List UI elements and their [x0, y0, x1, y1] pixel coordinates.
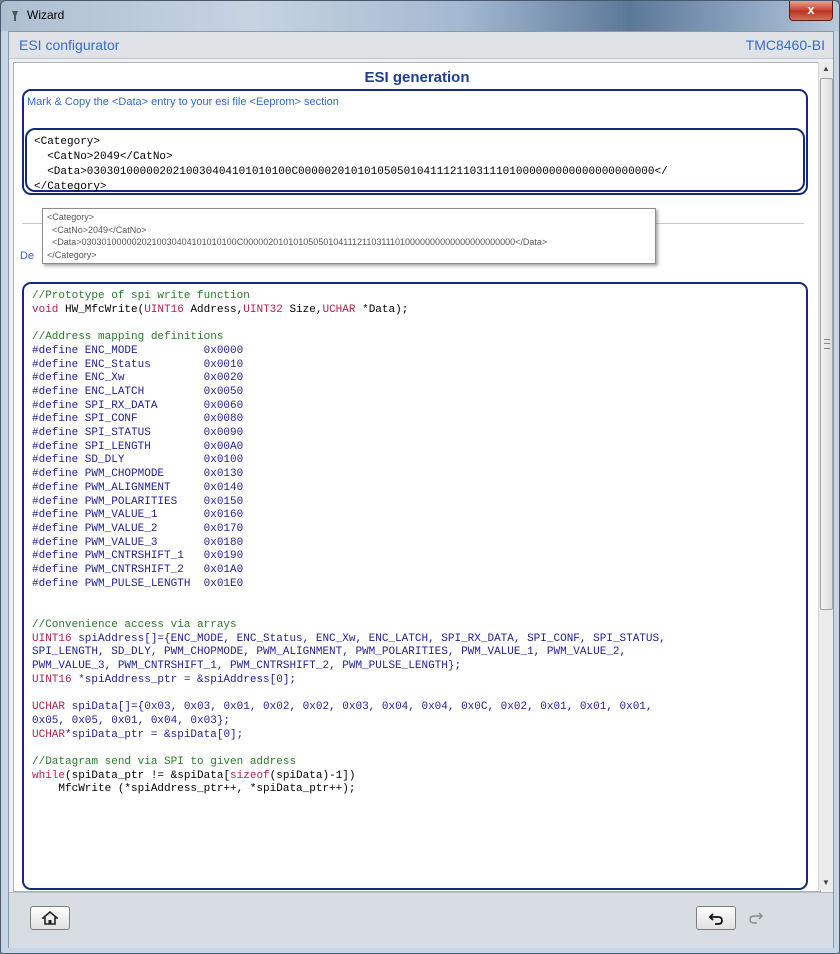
code-keyword: while [32, 769, 66, 782]
wizard-app-icon [12, 11, 18, 21]
scroll-grip-icon [824, 339, 830, 349]
code-example-box: //Prototype of spi write function void H… [22, 282, 808, 890]
address-array: spiAddress[]={ENC_MODE, ENC_Status, ENC_… [32, 632, 666, 672]
home-icon [40, 910, 60, 925]
xml-data-text[interactable]: <Category> <CatNo>2049</CatNo> <Data>030… [34, 135, 668, 195]
home-button[interactable] [30, 906, 70, 930]
wizard-client-area: ESI configurator TMC8460-BI ESI generati… [8, 31, 834, 948]
code-keyword: UCHAR [322, 303, 356, 316]
window-title: Wizard [27, 8, 65, 22]
content-panel: ESI generation Mark & Copy the <Data> en… [13, 62, 821, 892]
code-keyword: UINT16 [32, 632, 72, 645]
xml-data-field[interactable]: <Category> <CatNo>2049</CatNo> <Data>030… [25, 128, 805, 195]
title-bar: Wizard x [1, 1, 839, 31]
code-keyword: UCHAR [32, 701, 66, 714]
copy-instruction: Mark & Copy the <Data> entry to your esi… [27, 96, 339, 108]
code-keyword: UINT32 [243, 303, 283, 316]
description-label: De [20, 250, 35, 262]
code-text: Address, [183, 303, 244, 316]
header-bar: ESI configurator TMC8460-BI [9, 32, 833, 59]
code-comment: //Address mapping definitions [32, 331, 224, 344]
code-keyword: sizeof [230, 769, 270, 782]
section-title: ESI generation [364, 69, 470, 86]
redo-button[interactable] [737, 906, 775, 928]
code-comment: //Convenience access via arrays [32, 618, 237, 631]
xml-tooltip: <Category> <CatNo>2049</CatNo> <Data>030… [42, 208, 656, 264]
navigation-bar [9, 892, 833, 948]
code-keyword: UCHAR [32, 728, 66, 741]
data-array: spiData[]={0x03, 0x03, 0x01, 0x02, 0x02,… [32, 701, 653, 727]
configurator-title: ESI configurator [19, 37, 120, 53]
code-text: (spiData)-1]) [269, 769, 356, 782]
address-pointer: *spiAddress_ptr = &spiAddress[0]; [71, 673, 297, 686]
code-keyword: UINT16 [144, 303, 184, 316]
vertical-scrollbar[interactable]: ▲ ▼ [818, 62, 833, 890]
close-button[interactable]: x [789, 1, 833, 21]
undo-icon [708, 913, 723, 925]
data-pointer: *spiData_ptr = &spiData[0]; [65, 728, 244, 741]
tooltip-text: <Category> <CatNo>2049</CatNo> <Data>030… [47, 212, 548, 260]
code-text: (spiData_ptr != &spiData[ [65, 769, 231, 782]
code-text: MfcWrite (*spiAddress_ptr++, *spiData_pt… [32, 783, 356, 796]
undo-button[interactable] [696, 906, 736, 930]
code-comment: //Datagram send via SPI to given address [32, 755, 297, 768]
code-text: Size, [282, 303, 323, 316]
code-keyword: UINT16 [32, 673, 72, 686]
scroll-thumb[interactable] [820, 78, 833, 610]
code-text[interactable]: //Prototype of spi write function void H… [32, 290, 666, 797]
esi-data-box: Mark & Copy the <Data> entry to your esi… [22, 89, 808, 195]
code-comment: //Prototype of spi write function [32, 290, 250, 302]
code-keyword: void [32, 303, 59, 316]
define-list: #define ENC_MODE 0x0000 #define ENC_Stat… [32, 344, 244, 590]
code-text: HW_MfcWrite( [58, 303, 145, 316]
scroll-down-arrow-icon[interactable]: ▼ [819, 876, 833, 890]
wizard-window: Wizard x ESI configurator TMC8460-BI ESI… [0, 0, 840, 954]
scroll-up-arrow-icon[interactable]: ▲ [819, 62, 833, 76]
device-name: TMC8460-BI [745, 37, 825, 53]
redo-icon [749, 912, 763, 924]
code-text: *Data); [355, 303, 409, 316]
